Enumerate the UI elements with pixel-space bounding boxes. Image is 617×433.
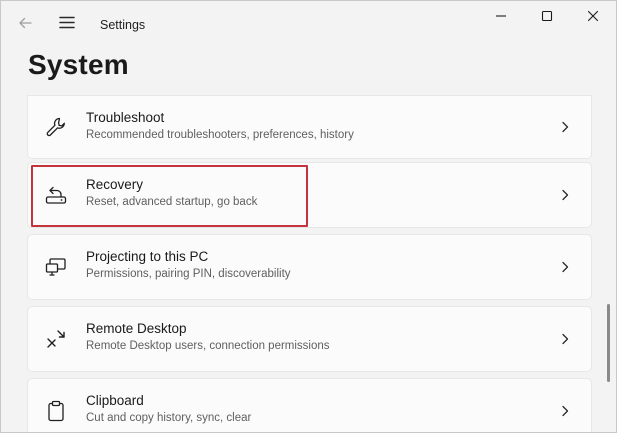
back-button[interactable] [11, 11, 39, 39]
maximize-icon [541, 9, 553, 27]
remote-desktop-icon [44, 327, 68, 351]
item-title: Troubleshoot [86, 110, 165, 125]
arrow-left-icon [18, 16, 32, 35]
close-icon [587, 9, 599, 27]
list-item-troubleshoot[interactable]: Troubleshoot Recommended troubleshooters… [27, 95, 592, 159]
list-item-recovery[interactable]: Recovery Reset, advanced startup, go bac… [27, 162, 592, 228]
clipboard-icon [44, 399, 68, 423]
chevron-right-icon [559, 120, 571, 134]
item-subtitle: Permissions, pairing PIN, discoverabilit… [86, 268, 291, 280]
item-title: Clipboard [86, 393, 144, 408]
chevron-right-icon [559, 404, 571, 418]
chevron-right-icon [559, 332, 571, 346]
list-item-projecting[interactable]: Projecting to this PC Permissions, pairi… [27, 234, 592, 300]
item-subtitle: Reset, advanced startup, go back [86, 196, 258, 208]
minimize-button[interactable] [478, 1, 524, 35]
item-title: Remote Desktop [86, 321, 187, 336]
settings-window: Settings System Troubleshoot Recommended… [0, 0, 617, 433]
list-item-clipboard[interactable]: Clipboard Cut and copy history, sync, cl… [27, 378, 592, 432]
item-title: Projecting to this PC [86, 249, 209, 264]
hamburger-menu-icon [59, 16, 75, 34]
list-item-remote-desktop[interactable]: Remote Desktop Remote Desktop users, con… [27, 306, 592, 372]
page-title: System [28, 49, 129, 80]
close-button[interactable] [570, 1, 616, 35]
projecting-icon [44, 255, 68, 279]
scrollbar-thumb[interactable] [607, 304, 610, 382]
recovery-icon [44, 183, 68, 207]
chevron-right-icon [559, 188, 571, 202]
app-title: Settings [100, 18, 146, 32]
item-subtitle: Cut and copy history, sync, clear [86, 412, 252, 424]
wrench-icon [44, 115, 68, 139]
maximize-button[interactable] [524, 1, 570, 35]
minimize-icon [495, 9, 507, 27]
navigation-menu-button[interactable] [53, 11, 81, 39]
chevron-right-icon [559, 260, 571, 274]
title-bar: Settings [1, 1, 616, 41]
item-title: Recovery [86, 177, 144, 192]
item-subtitle: Recommended troubleshooters, preferences… [86, 129, 354, 141]
item-subtitle: Remote Desktop users, connection permiss… [86, 340, 330, 352]
